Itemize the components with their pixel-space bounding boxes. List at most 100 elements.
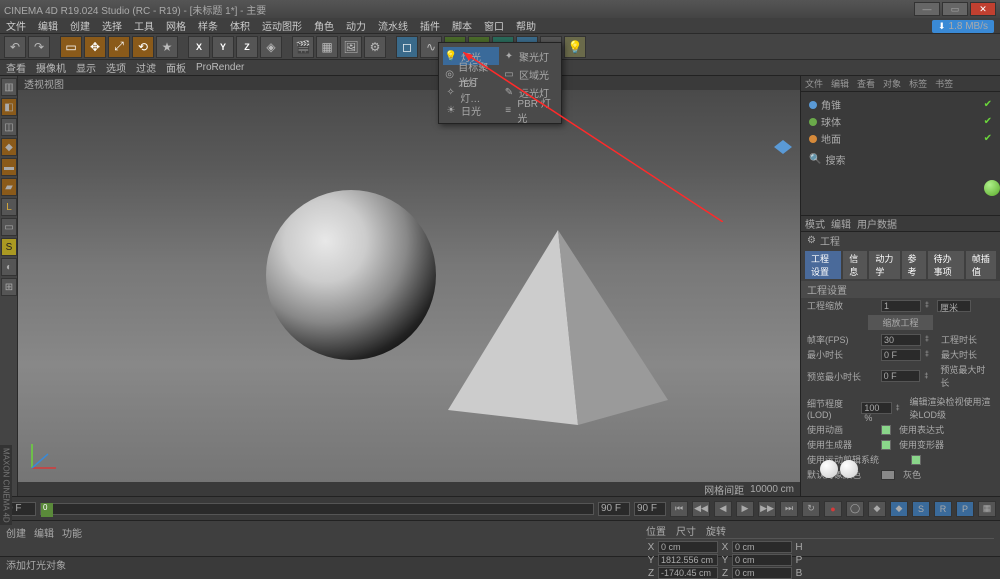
mat-tab[interactable]: 编辑 xyxy=(34,525,54,540)
perspective-viewport[interactable] xyxy=(18,90,800,482)
coord-tab[interactable]: 位置 xyxy=(646,523,666,538)
loop-button[interactable]: ↻ xyxy=(802,501,820,517)
coord-tab[interactable]: 尺寸 xyxy=(676,523,696,538)
pos-z-input[interactable]: -1740.45 cm xyxy=(658,567,718,579)
light-option-pbr[interactable]: ≡PBR 灯光 xyxy=(501,101,557,119)
coord-tab[interactable]: 旋转 xyxy=(706,523,726,538)
object-row-floor[interactable]: 地面✔ xyxy=(807,130,994,147)
scale-project-button[interactable]: 缩放工程 xyxy=(868,315,932,330)
obj-tab[interactable]: 标签 xyxy=(909,77,927,90)
key-scale-button[interactable]: S xyxy=(912,501,930,517)
play-fwd-button[interactable]: ▶ xyxy=(736,501,754,517)
prev-key-button[interactable]: ◀◀ xyxy=(692,501,710,517)
menu-item[interactable]: 样条 xyxy=(198,18,218,33)
view-menu-item[interactable]: 摄像机 xyxy=(36,60,66,75)
rotate-tool[interactable]: ⟲ xyxy=(132,36,154,58)
menu-item[interactable]: 流水线 xyxy=(378,18,408,33)
attr-subtab[interactable]: 参考 xyxy=(902,251,926,279)
mat-tab[interactable]: 创建 xyxy=(6,525,26,540)
axis-z-lock[interactable]: Z xyxy=(236,36,258,58)
tweaks-button[interactable]: ⊞ xyxy=(1,278,17,296)
attr-subtab-active[interactable]: 工程设置 xyxy=(805,251,841,279)
axis-x-lock[interactable]: X xyxy=(188,36,210,58)
render-picture-button[interactable]: 🖼 xyxy=(340,36,362,58)
play-back-button[interactable]: ◀ xyxy=(714,501,732,517)
timeline-range-input[interactable]: 90 F xyxy=(634,502,666,516)
light-option-spot[interactable]: ✦聚光灯 xyxy=(501,47,557,65)
menu-item[interactable]: 体积 xyxy=(230,18,250,33)
attr-subtab[interactable]: 动力学 xyxy=(869,251,899,279)
object-row-sphere[interactable]: 球体✔ xyxy=(807,113,994,130)
texture-mode-button[interactable]: ◫ xyxy=(1,118,17,136)
timeline-end-input[interactable]: 90 F xyxy=(598,502,630,516)
goto-end-button[interactable]: ⏭ xyxy=(780,501,798,517)
default-color-swatch[interactable] xyxy=(881,470,895,480)
point-mode-button[interactable]: ◆ xyxy=(1,138,17,156)
obj-tab[interactable]: 文件 xyxy=(805,77,823,90)
menu-item[interactable]: 网格 xyxy=(166,18,186,33)
view-menu-item[interactable]: 查看 xyxy=(6,60,26,75)
object-row-pyramid[interactable]: 角锥✔ xyxy=(807,96,994,113)
prev-min-input[interactable]: 0 F xyxy=(881,370,921,382)
light-option-ies[interactable]: ✧IES 灯… xyxy=(443,83,499,101)
timeline-track[interactable]: 0 xyxy=(40,503,594,515)
obj-tab[interactable]: 查看 xyxy=(857,77,875,90)
menu-item[interactable]: 创建 xyxy=(70,18,90,33)
menu-item[interactable]: 动力 xyxy=(346,18,366,33)
pyramid-object[interactable] xyxy=(438,230,678,430)
axis-mode-button[interactable]: L xyxy=(1,198,17,216)
record-button[interactable]: ● xyxy=(824,501,842,517)
menu-item[interactable]: 选择 xyxy=(102,18,122,33)
pos-y-input[interactable]: 1812.556 cm xyxy=(658,554,718,566)
obj-tab[interactable]: 编辑 xyxy=(831,77,849,90)
menu-item[interactable]: 窗口 xyxy=(484,18,504,33)
view-menu-item[interactable]: 过滤 xyxy=(136,60,156,75)
obj-tab[interactable]: 书签 xyxy=(935,77,953,90)
key-rot-button[interactable]: R xyxy=(934,501,952,517)
view-menu-item[interactable]: 面板 xyxy=(166,60,186,75)
light-option-area[interactable]: ▭区域光 xyxy=(501,65,557,83)
sphere-object[interactable] xyxy=(266,190,436,360)
nav-cube-icon[interactable] xyxy=(774,140,792,154)
view-menu-item[interactable]: ProRender xyxy=(196,62,244,73)
mat-tab[interactable]: 功能 xyxy=(62,525,82,540)
min-time-input[interactable]: 0 F xyxy=(881,349,921,361)
key-pos-button[interactable]: ◆ xyxy=(890,501,908,517)
light-option-sun[interactable]: ☀日光 xyxy=(443,101,499,119)
attr-tab[interactable]: 模式 xyxy=(805,216,825,231)
cube-primitive-button[interactable]: ◻ xyxy=(396,36,418,58)
move-tool[interactable]: ✥ xyxy=(84,36,106,58)
recent-tool[interactable]: ★ xyxy=(156,36,178,58)
attr-tab[interactable]: 编辑 xyxy=(831,216,851,231)
menu-item[interactable]: 插件 xyxy=(420,18,440,33)
attr-subtab[interactable]: 信息 xyxy=(843,251,867,279)
fps-input[interactable]: 30 xyxy=(881,334,921,346)
autokey-button[interactable]: ◯ xyxy=(846,501,864,517)
render-region-button[interactable]: ▦ xyxy=(316,36,338,58)
coord-system-button[interactable]: ◈ xyxy=(260,36,282,58)
view-menu-item[interactable]: 显示 xyxy=(76,60,96,75)
maximize-button[interactable]: ▭ xyxy=(942,2,968,16)
soft-select-button[interactable]: ◐ xyxy=(1,258,17,276)
view-menu-item[interactable]: 选项 xyxy=(106,60,126,75)
use-anim-check[interactable] xyxy=(881,425,891,435)
redo-button[interactable]: ↷ xyxy=(28,36,50,58)
edge-mode-button[interactable]: ▬ xyxy=(1,158,17,176)
snap-button[interactable]: S xyxy=(1,238,17,256)
goto-start-button[interactable]: ⏮ xyxy=(670,501,688,517)
key-pla-button[interactable]: ▦ xyxy=(978,501,996,517)
size-x-input[interactable]: 0 cm xyxy=(732,541,792,553)
menu-item[interactable]: 运动图形 xyxy=(262,18,302,33)
attr-subtab[interactable]: 待办事项 xyxy=(928,251,964,279)
menu-item[interactable]: 脚本 xyxy=(452,18,472,33)
render-view-button[interactable]: 🎬 xyxy=(292,36,314,58)
key-sel-button[interactable]: ◆ xyxy=(868,501,886,517)
units-scale-input[interactable]: 1 xyxy=(881,300,921,312)
menu-item[interactable]: 文件 xyxy=(6,18,26,33)
menu-item[interactable]: 编辑 xyxy=(38,18,58,33)
menu-item[interactable]: 帮助 xyxy=(516,18,536,33)
key-param-button[interactable]: P xyxy=(956,501,974,517)
axis-y-lock[interactable]: Y xyxy=(212,36,234,58)
obj-tab[interactable]: 对象 xyxy=(883,77,901,90)
minimize-button[interactable]: — xyxy=(914,2,940,16)
